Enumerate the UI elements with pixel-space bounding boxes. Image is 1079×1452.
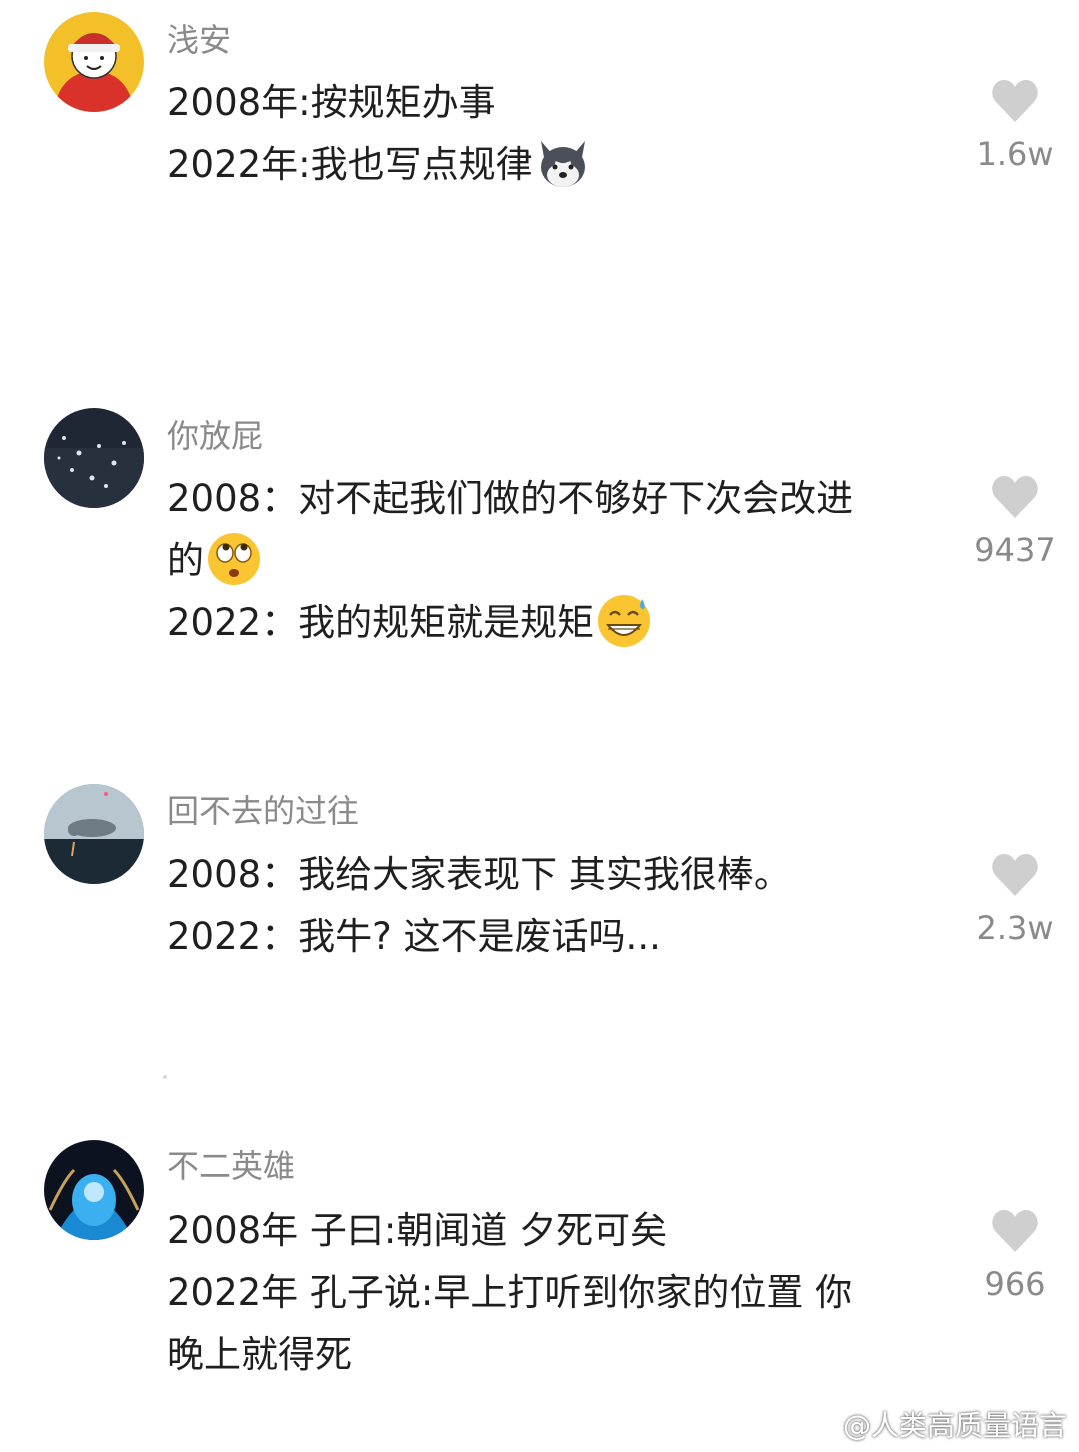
like-button[interactable]: 1.6w [960,78,1070,174]
like-button[interactable]: 9437 [960,474,1070,570]
divider-dot [163,1075,167,1079]
comment-text: 2008年:按规矩办事 2022年:我也写点规律 [167,72,917,196]
heart-icon[interactable] [990,474,1040,520]
comment-text: 2008：我给大家表现下 其实我很棒。 2022：我牛? 这不是废话吗... [167,844,917,968]
like-button[interactable]: 966 [960,1208,1070,1304]
comment-line-with-emoji: 2022年:我也写点规律 [167,134,917,196]
comment-line: 2022年 孔子说:早上打听到你家的位置 你 [167,1271,853,1314]
username[interactable]: 回不去的过往 [167,791,359,831]
avatar[interactable] [44,784,144,884]
comment-line: 2008：对不起我们做的不够好下次会改进 [167,477,854,520]
comment-line: 2022：我的规矩就是规矩 [167,601,595,644]
comment-line: 2022：我牛? 这不是废话吗... [167,915,661,958]
comment-line-with-emoji: 2022：我的规矩就是规矩 [167,592,917,654]
watermark: @人类高质量语言 [803,1404,1067,1444]
like-count: 966 [984,1265,1046,1303]
heart-icon[interactable] [990,1208,1040,1254]
comment-line: 2022年:我也写点规律 [167,143,533,186]
username[interactable]: 浅安 [167,20,231,60]
username[interactable]: 你放屁 [167,416,263,456]
comment-line: 2008年:按规矩办事 [167,81,496,124]
heart-icon[interactable] [990,852,1040,898]
rolling-eyes-emoji [208,532,260,585]
heart-icon[interactable] [990,78,1040,124]
avatar[interactable] [44,12,144,112]
husky-dog-emoji [540,140,585,187]
comment-line: 2008：我给大家表现下 其实我很棒。 [167,853,791,896]
comment-line: 的 [167,539,204,582]
username[interactable]: 不二英雄 [167,1146,295,1186]
comment-text: 2008年 子曰:朝闻道 夕死可矣 2022年 孔子说:早上打听到你家的位置 你… [167,1200,917,1386]
weibo-icon [803,1411,838,1439]
grin-sweat-emoji [598,594,651,647]
watermark-text: @人类高质量语言 [842,1409,1067,1442]
comment-line: 2008年 子曰:朝闻道 夕死可矣 [167,1209,668,1252]
comment-line-with-emoji: 的 [167,530,917,592]
like-count: 1.6w [976,135,1054,173]
avatar[interactable] [44,1140,144,1240]
avatar[interactable] [44,408,144,508]
like-button[interactable]: 2.3w [960,852,1070,948]
comment-text: 2008：对不起我们做的不够好下次会改进 的 2022：我的规矩就是规矩 [167,468,917,654]
like-count: 2.3w [976,909,1054,947]
like-count: 9437 [974,531,1056,569]
comment-line: 晚上就得死 [167,1333,352,1376]
